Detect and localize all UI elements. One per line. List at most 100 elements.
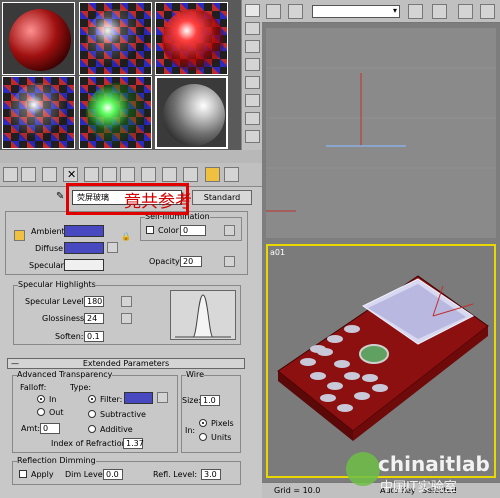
lock-icon[interactable]: 🔒: [121, 232, 131, 241]
put-to-scene-icon[interactable]: [21, 167, 36, 182]
opacity-label: Opacity:: [149, 257, 182, 266]
self-illum-color-spinner[interactable]: 0: [180, 225, 206, 236]
sample-slot-4[interactable]: [2, 76, 75, 149]
options-button[interactable]: [245, 112, 260, 125]
glossiness-map-button[interactable]: [121, 313, 132, 324]
amt-label: Amt:: [21, 424, 41, 433]
top-viewport[interactable]: [266, 28, 496, 238]
index-of-refraction-spinner[interactable]: 1.37: [123, 438, 144, 449]
additive-label: Additive: [100, 425, 133, 434]
background-button[interactable]: [245, 40, 260, 53]
sample-slot-6-active[interactable]: [155, 76, 228, 149]
type-label: Type:: [70, 383, 92, 392]
material-editor-panel: ✕ ✎ 荧屏玻璃 Standard Ambient: 🔒 Diffuse: Sp…: [0, 0, 262, 498]
copy-material-icon[interactable]: [84, 167, 99, 182]
sample-slots-grid: [0, 0, 241, 150]
specular-level-spinner[interactable]: 180: [84, 296, 104, 307]
collapse-minus-icon: —: [11, 359, 19, 368]
index-of-refraction-label: Index of Refraction:: [51, 439, 130, 448]
eyedropper-icon[interactable]: ✎: [56, 191, 64, 202]
filter-map-button[interactable]: [157, 392, 168, 403]
falloff-in-radio[interactable]: [37, 395, 45, 403]
x-icon: ✕: [67, 168, 77, 181]
get-material-icon[interactable]: [3, 167, 18, 182]
type-additive-radio[interactable]: [88, 425, 96, 433]
refl-level-label: Refl. Level:: [153, 470, 198, 479]
color-checkbox[interactable]: [146, 226, 154, 234]
specular-color-swatch[interactable]: [64, 259, 104, 271]
sample-slot-1[interactable]: [2, 2, 75, 75]
extended-parameters-title: Extended Parameters: [82, 359, 170, 368]
named-selection-dropdown[interactable]: ▾: [312, 5, 400, 18]
show-map-icon[interactable]: [162, 167, 177, 182]
color-label: Color: [158, 226, 179, 235]
lock-ambient-icon[interactable]: [14, 230, 25, 241]
opacity-spinner[interactable]: 20: [180, 256, 202, 267]
apply-checkbox[interactable]: [19, 470, 27, 478]
sample-slot-5[interactable]: [79, 76, 152, 149]
material-effects-channel-icon[interactable]: [141, 167, 156, 182]
diffuse-label: Diffuse:: [35, 244, 66, 253]
material-sphere: [162, 9, 224, 71]
wire-size-spinner[interactable]: 1.0: [200, 395, 220, 406]
viewport-tool-icon[interactable]: [288, 4, 303, 19]
extended-parameters-rollout[interactable]: — Extended Parameters: [7, 358, 245, 369]
material-type-button[interactable]: Standard: [192, 190, 252, 205]
assign-material-icon[interactable]: [42, 167, 57, 182]
make-preview-button[interactable]: [245, 94, 260, 107]
dim-level-label: Dim Level:: [65, 470, 108, 479]
apply-label: Apply: [31, 470, 54, 479]
advanced-transparency-title: Advanced Transparency: [17, 370, 113, 379]
align-icon[interactable]: [432, 4, 447, 19]
falloff-label: Falloff:: [20, 383, 47, 392]
specular-label: Specular:: [29, 261, 67, 270]
uv-tiling-button[interactable]: [245, 58, 260, 71]
layer-manager-icon[interactable]: [458, 4, 473, 19]
go-forward-sibling-icon[interactable]: [224, 167, 239, 182]
units-radio[interactable]: [199, 433, 207, 441]
falloff-out-label: Out: [49, 408, 64, 417]
opacity-map-button[interactable]: [224, 256, 235, 267]
video-check-button[interactable]: [245, 76, 260, 89]
diffuse-color-swatch[interactable]: [64, 242, 104, 254]
ambient-color-swatch[interactable]: [64, 225, 104, 237]
go-to-parent-icon[interactable]: [205, 167, 220, 182]
type-filter-radio[interactable]: [88, 395, 96, 403]
size-label: Size:: [182, 396, 202, 405]
type-subtractive-radio[interactable]: [88, 410, 96, 418]
diffuse-map-button[interactable]: [107, 242, 118, 253]
glossiness-spinner[interactable]: 24: [84, 313, 104, 324]
make-unique-icon[interactable]: [102, 167, 117, 182]
viewport-area: ▾ a01 Grid = 10.0 Auto Key Selected: [262, 0, 500, 498]
material-sphere: [86, 83, 148, 145]
put-to-library-icon[interactable]: [120, 167, 135, 182]
sample-type-button[interactable]: [245, 4, 260, 17]
soften-spinner[interactable]: 0.1: [84, 331, 104, 342]
curve-editor-icon[interactable]: [480, 4, 495, 19]
filter-color-swatch[interactable]: [124, 392, 153, 404]
watermark-cn: 中国IT实验室: [380, 480, 457, 495]
specular-level-map-button[interactable]: [121, 296, 132, 307]
falloff-in-label: In: [49, 395, 57, 404]
sample-slot-3[interactable]: [155, 2, 228, 75]
pixels-label: Pixels: [211, 419, 234, 428]
main-toolbar: ▾: [262, 0, 500, 23]
refl-level-spinner[interactable]: 3.0: [201, 469, 221, 480]
reflection-dimming-title: Reflection Dimming: [17, 456, 96, 465]
reset-material-icon[interactable]: ✕: [63, 167, 78, 182]
wire-title: Wire: [186, 370, 204, 379]
select-by-material-button[interactable]: [245, 130, 260, 143]
backlight-button[interactable]: [245, 22, 260, 35]
perspective-viewport[interactable]: a01: [266, 244, 496, 478]
pixels-radio[interactable]: [199, 419, 207, 427]
falloff-out-radio[interactable]: [37, 408, 45, 416]
show-end-result-icon[interactable]: [183, 167, 198, 182]
mirror-icon[interactable]: [408, 4, 423, 19]
phone-model: [277, 275, 489, 441]
top-viewport-grid: [266, 67, 496, 212]
dim-level-spinner[interactable]: 0.0: [103, 469, 123, 480]
self-illum-map-button[interactable]: [224, 225, 235, 236]
viewport-tool-icon[interactable]: [266, 4, 281, 19]
amt-spinner[interactable]: 0: [40, 423, 60, 434]
sample-slot-2[interactable]: [79, 2, 152, 75]
